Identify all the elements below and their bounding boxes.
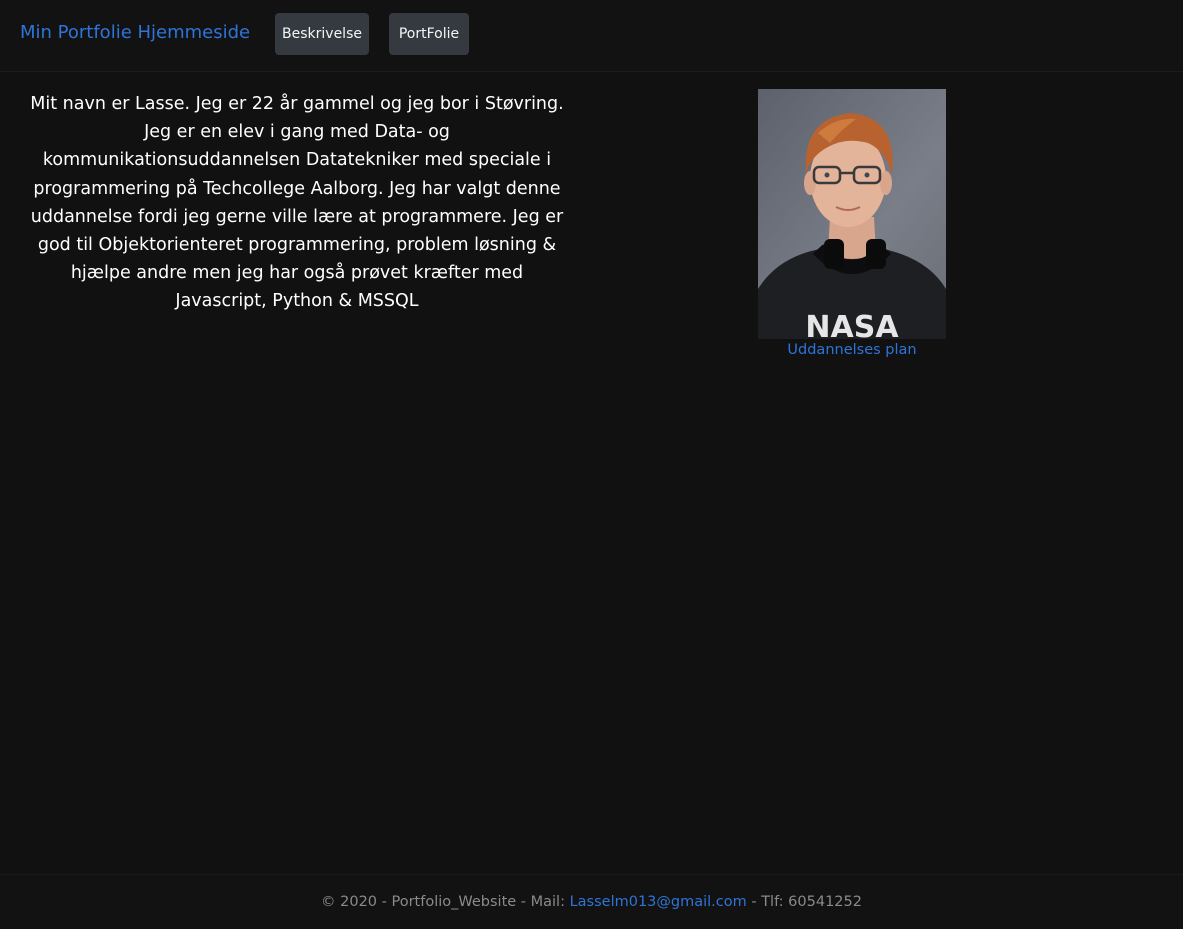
email-link[interactable]: Lasselm013@gmail.com	[570, 894, 747, 910]
footer-prefix: © 2020 - Portfolio_Website - Mail:	[321, 894, 570, 910]
shirt-logo: NASA	[805, 310, 899, 339]
education-plan-link[interactable]: Uddannelses plan	[758, 342, 946, 358]
beskrivelse-button[interactable]: Beskrivelse	[275, 13, 369, 55]
portfolie-button[interactable]: PortFolie	[389, 13, 469, 55]
footer-suffix: - Tlf: 60541252	[746, 894, 862, 910]
bio-text: Mit navn er Lasse. Jeg er 22 år gammel o…	[30, 94, 564, 312]
footer: © 2020 - Portfolio_Website - Mail: Lasse…	[0, 874, 1183, 929]
brand-link[interactable]: Min Portfolie Hjemmeside	[20, 22, 250, 43]
profile-photo: NASA	[758, 89, 946, 339]
navbar: Min Portfolie Hjemmeside Beskrivelse Por…	[0, 0, 1183, 72]
